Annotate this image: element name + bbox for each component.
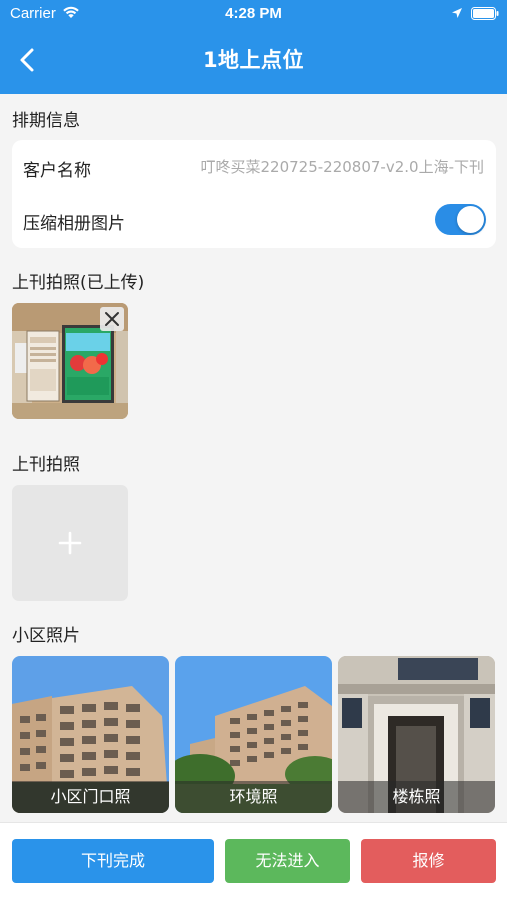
remove-photo-button[interactable] (100, 307, 124, 331)
take-photo-section-title: 上刊拍照 (12, 455, 80, 475)
customer-name-label: 客户名称 (23, 161, 91, 181)
clock: 4:28 PM (225, 5, 282, 22)
add-photo-button[interactable] (12, 485, 128, 601)
schedule-card: 客户名称 叮咚买菜220725-220807-v2.0上海-下刊 压缩相册图片 (12, 140, 496, 248)
close-icon (105, 312, 119, 326)
repair-button[interactable]: 报修 (361, 839, 496, 883)
community-photo-caption: 小区门口照 (12, 781, 169, 813)
nav-bar: 1地上点位 (0, 28, 507, 94)
compress-photos-toggle[interactable] (435, 204, 486, 235)
toggle-knob (457, 206, 484, 233)
uploaded-photo[interactable] (12, 303, 128, 419)
community-photo-environment[interactable]: 环境照 (175, 656, 332, 813)
complete-button[interactable]: 下刊完成 (12, 839, 214, 883)
community-photo-caption: 楼栋照 (338, 781, 495, 813)
compress-photos-label: 压缩相册图片 (23, 214, 125, 234)
no-entry-button[interactable]: 无法进入 (225, 839, 350, 883)
schedule-section-title: 排期信息 (12, 111, 80, 131)
uploaded-section-title: 上刊拍照(已上传) (12, 273, 145, 293)
customer-name-value: 叮咚买菜220725-220807-v2.0上海-下刊 (200, 158, 485, 176)
community-photo-caption: 环境照 (175, 781, 332, 813)
page-title: 1地上点位 (202, 48, 305, 72)
community-photo-building[interactable]: 楼栋照 (338, 656, 495, 813)
status-bar: Carrier 4:28 PM (0, 0, 507, 28)
community-photo-entrance[interactable]: 小区门口照 (12, 656, 169, 813)
location-arrow-icon (452, 8, 462, 18)
plus-icon (58, 531, 82, 555)
battery-icon (471, 7, 499, 20)
top-bar: Carrier 4:28 PM 1地上点位 (0, 0, 507, 94)
community-section-title: 小区照片 (12, 626, 80, 646)
bottom-action-bar: 下刊完成 无法进入 报修 (0, 822, 507, 900)
